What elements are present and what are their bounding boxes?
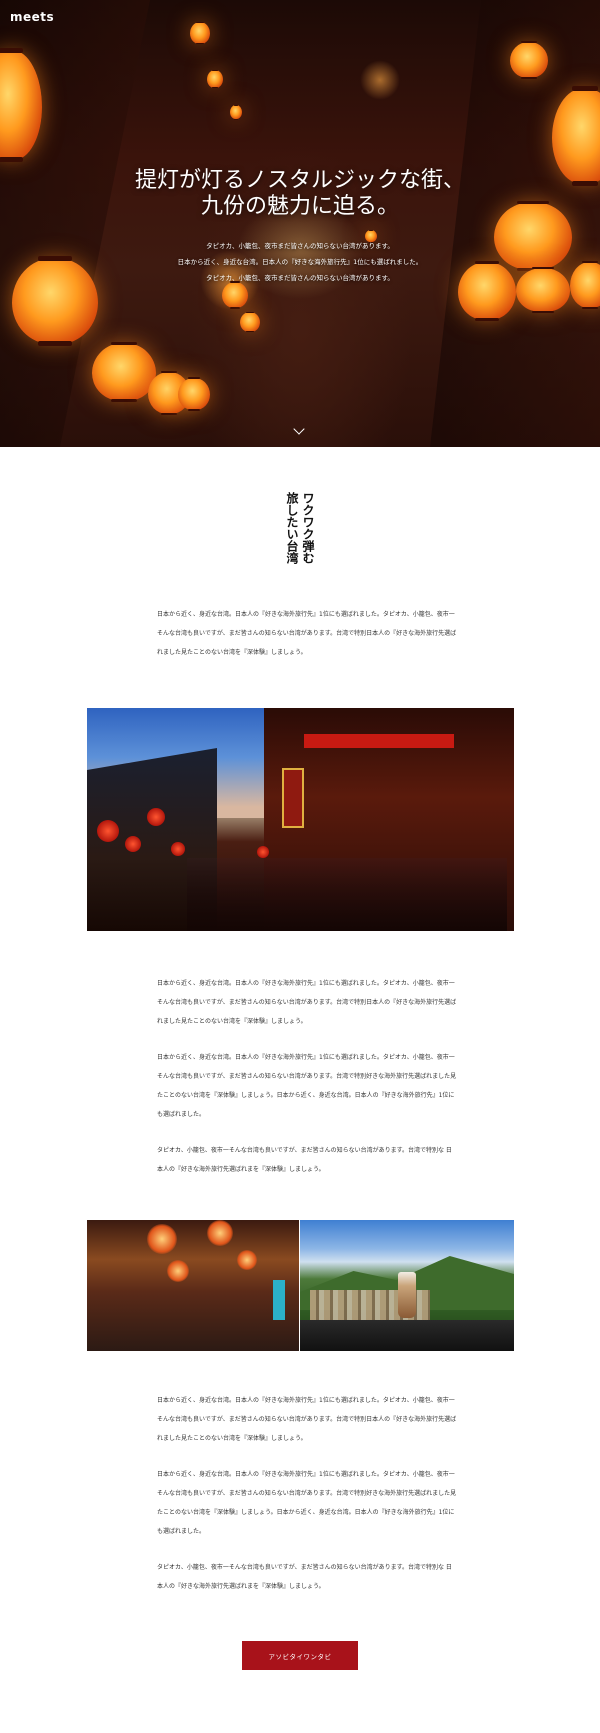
lantern-image [190,21,210,45]
photo-lantern [147,808,165,826]
section2-text: 日本から近く、身近な台湾。日本人の『好きな海外旅行先』1位にも選ばれました。タピ… [157,974,457,1179]
lantern-image [207,69,223,89]
lantern-image [230,104,242,120]
lantern-image [510,41,548,79]
hero-lead-line: タピオカ、小籠包、夜市まだ皆さんの知らない台湾があります。 [206,242,394,250]
section2-paragraph: 日本から近く、身近な台湾。日本人の『好きな海外旅行先』1位にも選ばれました。タピ… [157,1054,457,1118]
section-heading: ワクワク弾む旅したい台湾 [285,492,315,564]
photo-lantern [147,1224,177,1254]
section2-paragraph: タピオカ、小籠包、夜市一そんな台湾も良いですが、まだ皆さんの知らない台湾がありま… [157,1147,452,1173]
photo-lantern [97,820,119,842]
hero-copy: 提灯が灯るノスタルジックな街、 九份の魅力に迫る。 タピオカ、小籠包、夜市まだ皆… [0,168,600,286]
section3-paragraph: 日本から近く、身近な台湾。日本人の『好きな海外旅行先』1位にも選ばれました。タピ… [157,1471,457,1535]
photo-lantern [171,842,185,856]
lantern-image [178,377,210,411]
lantern-image [240,311,260,333]
chevron-down-icon[interactable] [293,423,305,435]
alley-photo [87,1220,299,1351]
mountain-photo [300,1220,514,1351]
hero-lead: タピオカ、小籠包、夜市まだ皆さんの知らない台湾があります。 日本から近く、身近な… [0,238,600,286]
hero-lead-line: タピオカ、小籠包、夜市まだ皆さんの知らない台湾があります。 [206,274,394,282]
section3-paragraph: 日本から近く、身近な台湾。日本人の『好きな海外旅行先』1位にも選ばれました。タピ… [157,1397,457,1442]
photo-sign [282,768,304,828]
photo-lantern [257,846,269,858]
section3-text: 日本から近く、身近な台湾。日本人の『好きな海外旅行先』1位にも選ばれました。タピ… [157,1391,457,1596]
photo-lantern [237,1250,257,1270]
street-photo [87,708,514,931]
photo-sign [304,734,454,748]
section2-paragraph: 日本から近く、身近な台湾。日本人の『好きな海外旅行先』1位にも選ばれました。タピ… [157,980,457,1025]
hero-title-line: 提灯が灯るノスタルジックな街、 [134,168,465,193]
hero-title-line: 九份の魅力に迫る。 [200,194,399,219]
intro-text: 日本から近く、身近な台湾。日本人の『好きな海外旅行先』1位にも選ばれました。タピ… [157,605,457,662]
cta-button[interactable]: アソビタイワンタビ [242,1641,358,1670]
hero-glow [360,60,400,100]
lantern-image [92,341,156,403]
page: meets 提灯が灯るノスタルジックな街、 九份の魅力に迫る。 タピオカ、小籠包… [0,0,600,1733]
photo-sign [273,1280,285,1320]
photo-crowd [187,858,507,931]
photo-railing [300,1320,514,1351]
photo-lantern [125,836,141,852]
hero-lead-line: 日本から近く、身近な台湾。日本人の『好きな海外旅行先』1位にも選ばれました。 [177,258,423,266]
intro-paragraph: 日本から近く、身近な台湾。日本人の『好きな海外旅行先』1位にも選ばれました。タピ… [157,611,457,656]
hero-section: meets 提灯が灯るノスタルジックな街、 九份の魅力に迫る。 タピオカ、小籠包… [0,0,600,447]
photo-lantern [167,1260,189,1282]
photo-lantern [207,1220,233,1246]
photo-drink [398,1272,416,1318]
hero-title: 提灯が灯るノスタルジックな街、 九份の魅力に迫る。 [0,168,600,220]
section3-paragraph: タピオカ、小籠包、夜市一そんな台湾も良いですが、まだ皆さんの知らない台湾がありま… [157,1564,452,1590]
site-logo[interactable]: meets [10,10,54,24]
